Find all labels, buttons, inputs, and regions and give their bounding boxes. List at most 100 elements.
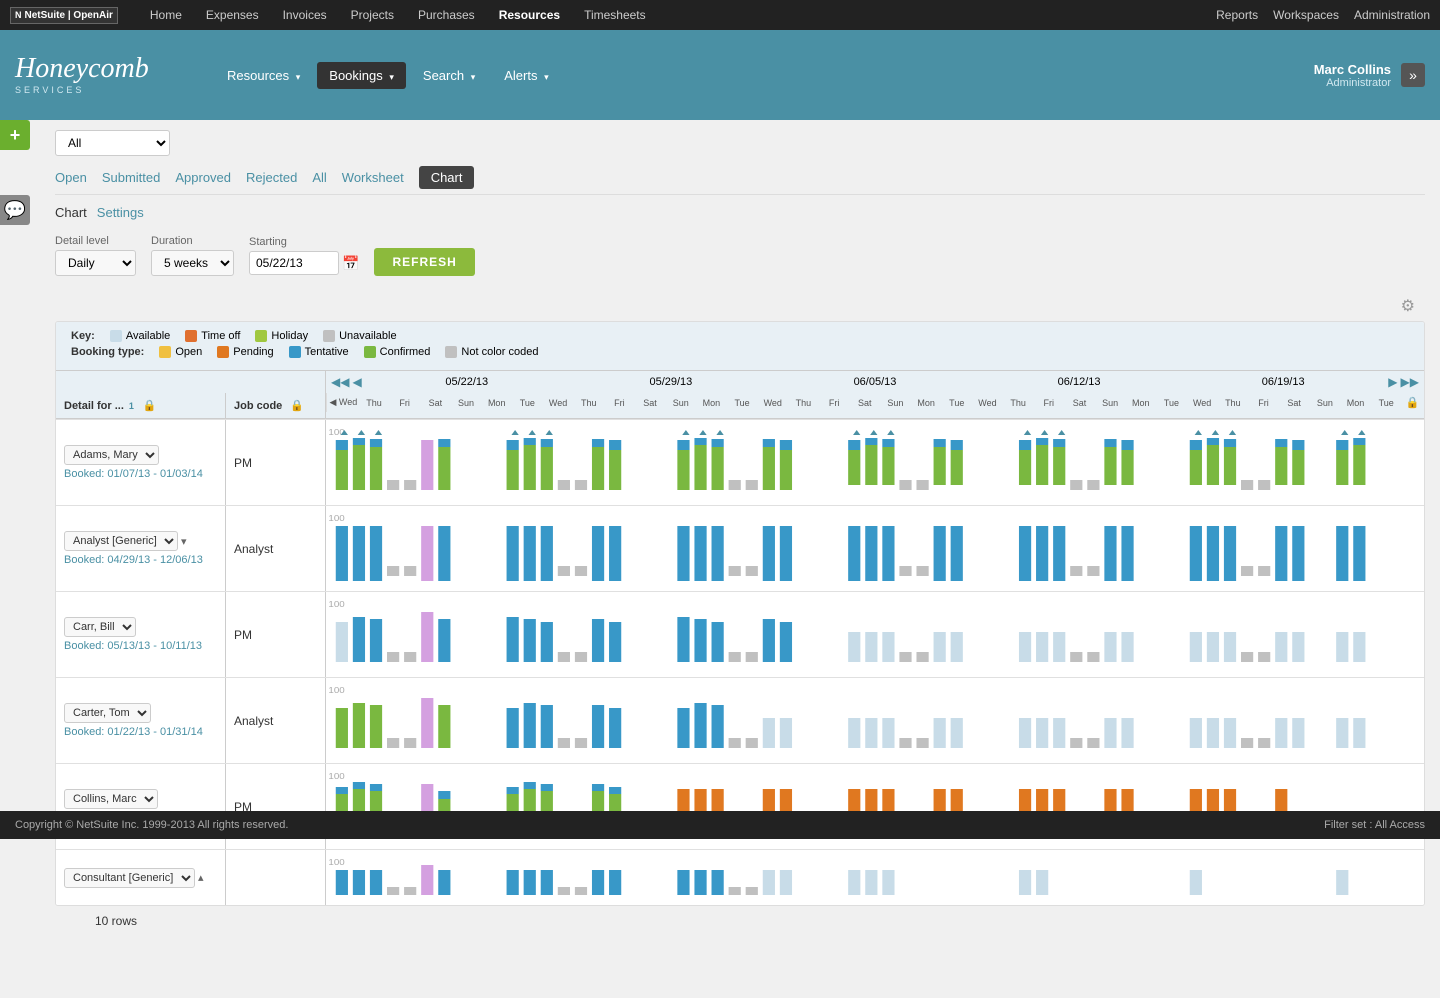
detail-level-group: Detail level Daily Weekly Monthly: [55, 235, 136, 276]
available-label: Available: [126, 330, 170, 342]
detail-lock-icon[interactable]: 🔒: [139, 399, 161, 412]
rr-name-wrap-carter: Carter, Tom: [64, 703, 217, 723]
nav-timesheets[interactable]: Timesheets: [572, 0, 658, 30]
top-nav-links: Home Expenses Invoices Projects Purchase…: [138, 0, 1216, 30]
nav-expenses[interactable]: Expenses: [194, 0, 271, 30]
day-sun-2: Sun: [665, 398, 696, 408]
timeoff-box: [185, 330, 197, 342]
starting-date-input[interactable]: [249, 251, 339, 275]
nav-search-btn[interactable]: Search ▾: [411, 62, 487, 89]
settings-link[interactable]: Settings: [97, 205, 144, 220]
tab-rejected[interactable]: Rejected: [246, 166, 297, 189]
date-nav-row: ◀◀ ◀ 05/22/13 05/29/13 06/05/13 06/12/13…: [56, 371, 1424, 393]
secondary-header: Honeycomb SERVICES Resources ▾ Bookings …: [0, 30, 1440, 120]
nav-administration[interactable]: Administration: [1354, 8, 1430, 22]
tab-worksheet[interactable]: Worksheet: [342, 166, 404, 189]
chart-svg-carter: 100: [326, 683, 1424, 758]
all-day-headers: ◀ Wed Thu Fri Sat Sun Mon Tue Wed Thu Fr…: [326, 393, 1424, 412]
header-left-spacer: [56, 371, 326, 393]
nav-projects[interactable]: Projects: [339, 0, 406, 30]
legend-pending: Pending: [217, 346, 273, 358]
resource-row-analyst-generic: Analyst [Generic] ▾ Booked: 04/29/13 - 1…: [56, 505, 1424, 591]
day-sun-4: Sun: [1095, 398, 1126, 408]
nav-alerts-btn[interactable]: Alerts ▾: [492, 62, 560, 89]
section-header: Chart Settings: [55, 205, 1425, 220]
legend-timeoff: Time off: [185, 330, 240, 342]
netsuite-logo: N NetSuite | OpenAir: [10, 7, 118, 24]
day-mon-2: Mon: [696, 398, 727, 408]
calendar-icon[interactable]: 📅: [342, 255, 359, 272]
nav-reports[interactable]: Reports: [1216, 8, 1258, 22]
day-sat-2: Sat: [635, 398, 666, 408]
resource-select-carr[interactable]: Carr, Bill: [64, 617, 136, 637]
nav-invoices[interactable]: Invoices: [271, 0, 339, 30]
date-label-1: 05/22/13: [445, 376, 488, 388]
analyst-dropdown-arrow[interactable]: ▾: [181, 535, 187, 548]
rr-name-wrap-adams: Adams, Mary: [64, 445, 217, 465]
nav-workspaces[interactable]: Workspaces: [1273, 8, 1339, 22]
expand-button[interactable]: »: [1401, 63, 1425, 87]
nav-home[interactable]: Home: [138, 0, 194, 30]
add-button[interactable]: +: [0, 120, 30, 150]
resource-select-analyst[interactable]: Analyst [Generic]: [64, 531, 178, 551]
copyright-text: Copyright © NetSuite Inc. 1999-2013 All …: [15, 819, 288, 831]
legend-key-row: Key: Available Time off Holiday Unavaila…: [71, 330, 1409, 342]
tab-open[interactable]: Open: [55, 166, 87, 189]
filter-select[interactable]: All My Resources Team: [55, 130, 170, 156]
svg-text:100: 100: [328, 858, 344, 867]
day-sat-5: Sat: [1279, 398, 1310, 408]
footer: Copyright © NetSuite Inc. 1999-2013 All …: [0, 811, 1440, 839]
rr-jobcode-analyst: Analyst: [225, 506, 325, 591]
comment-button[interactable]: 💬: [0, 195, 30, 225]
next-arrow[interactable]: ▶: [1388, 375, 1397, 389]
refresh-button[interactable]: REFRESH: [374, 248, 474, 276]
tentative-label: Tentative: [305, 346, 349, 358]
prev-arrow[interactable]: ◀: [352, 375, 361, 389]
user-info: Marc Collins Administrator: [1314, 62, 1391, 89]
top-nav-right: Reports Workspaces Administration: [1216, 8, 1430, 22]
tab-all[interactable]: All: [312, 166, 326, 189]
legend-not-color-coded: Not color coded: [445, 346, 538, 358]
duration-label: Duration: [151, 235, 234, 247]
consultant-dropdown-arrow[interactable]: ▴: [198, 871, 204, 884]
main-content: All My Resources Team Open Submitted App…: [40, 120, 1440, 998]
tabs-bar: Open Submitted Approved Rejected All Wor…: [55, 166, 1425, 195]
rr-jobcode-carr: PM: [225, 592, 325, 677]
gear-icon[interactable]: ⚙: [1401, 296, 1415, 316]
tab-approved[interactable]: Approved: [175, 166, 231, 189]
resource-select-carter[interactable]: Carter, Tom: [64, 703, 151, 723]
jobcode-label: Job code: [234, 400, 282, 412]
resource-row-consultant-generic: Consultant [Generic] ▴ 100: [56, 849, 1424, 905]
day-fri-4: Fri: [1033, 398, 1064, 408]
rr-jobcode-consultant: [225, 850, 325, 905]
legend-available: Available: [110, 330, 170, 342]
tab-chart[interactable]: Chart: [419, 166, 475, 189]
prev-far-arrow[interactable]: ◀◀: [331, 375, 349, 389]
next-far-arrow[interactable]: ▶▶: [1401, 375, 1419, 389]
nav-purchases[interactable]: Purchases: [406, 0, 487, 30]
right-lock-icon[interactable]: 🔒: [1402, 396, 1424, 409]
date-label-3: 06/05/13: [854, 376, 897, 388]
duration-select[interactable]: 5 weeks 2 weeks 4 weeks 8 weeks: [151, 250, 234, 276]
jobcode-lock-icon[interactable]: 🔒: [286, 399, 308, 412]
day-fri-2: Fri: [604, 398, 635, 408]
detail-level-select[interactable]: Daily Weekly Monthly: [55, 250, 136, 276]
resource-select-collins[interactable]: Collins, Marc: [64, 789, 158, 809]
tentative-box: [289, 346, 301, 358]
rr-info-adams: Adams, Mary Booked: 01/07/13 - 01/03/14: [56, 420, 225, 505]
nav-resources[interactable]: Resources: [487, 0, 572, 30]
day-sun-1: Sun: [451, 398, 482, 408]
rr-chart-carr: 100: [326, 592, 1424, 677]
resource-select-adams[interactable]: Adams, Mary: [64, 445, 159, 465]
nav-resources-btn[interactable]: Resources ▾: [215, 62, 312, 89]
rr-left-carr: Carr, Bill Booked: 05/13/13 - 10/11/13 P…: [56, 592, 326, 677]
legend-key-label: Key:: [71, 330, 95, 342]
tab-submitted[interactable]: Submitted: [102, 166, 161, 189]
day-sun-3: Sun: [880, 398, 911, 408]
rr-info-consultant: Consultant [Generic] ▴: [56, 850, 225, 905]
resource-select-consultant[interactable]: Consultant [Generic]: [64, 868, 195, 888]
legend-unavailable: Unavailable: [323, 330, 396, 342]
controls-bar: Detail level Daily Weekly Monthly Durati…: [55, 235, 1425, 276]
date-labels: 05/22/13 05/29/13 06/05/13 06/12/13 06/1…: [365, 376, 1386, 388]
nav-bookings-btn[interactable]: Bookings ▾: [317, 62, 406, 89]
